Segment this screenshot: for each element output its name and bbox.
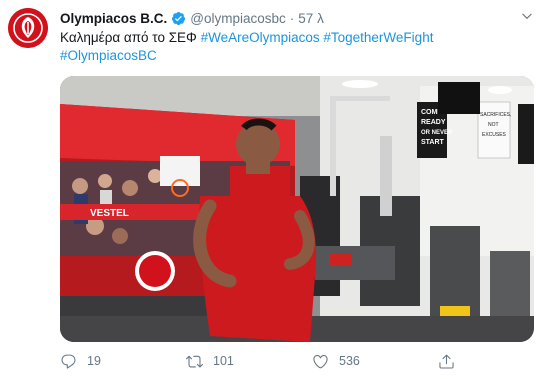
poster-text-4: START <box>421 139 445 146</box>
tweet-text-plain: Καλημέρα από το ΣΕΦ <box>60 30 201 45</box>
gym-photo: VESTEL COME READY OR NEVER START SACRIFI… <box>60 76 534 342</box>
poster-right-3: EXCUSES <box>482 132 507 138</box>
reply-button[interactable]: 19 <box>60 350 101 372</box>
handle[interactable]: @olympiacosbc <box>190 11 286 26</box>
like-button[interactable]: 536 <box>312 350 360 372</box>
display-name[interactable]: Olympiacos B.C. <box>60 11 167 26</box>
reply-count: 19 <box>87 354 101 368</box>
olympiacos-logo <box>8 8 48 48</box>
poster-right-1: SACRIFICES, <box>480 112 511 118</box>
retweet-button[interactable]: 101 <box>186 350 234 372</box>
retweet-icon <box>186 353 203 370</box>
verified-badge-icon <box>171 11 186 26</box>
chevron-down-icon[interactable] <box>520 9 534 23</box>
share-icon <box>438 353 455 370</box>
tweet-text: Καλημέρα από το ΣΕΦ #WeAreOlympiacos #To… <box>60 29 520 65</box>
hashtag-link[interactable]: #OlympiacosBC <box>60 48 157 63</box>
tweet-actions: 19 101 536 <box>60 350 530 372</box>
heart-icon <box>312 353 329 370</box>
avatar[interactable] <box>8 8 48 48</box>
reply-icon <box>60 353 77 370</box>
tweet[interactable]: Olympiacos B.C. @olympiacosbc · 57 λ Καλ… <box>0 0 542 379</box>
tweet-header: Olympiacos B.C. @olympiacosbc · 57 λ <box>60 8 532 28</box>
retweet-count: 101 <box>213 354 234 368</box>
share-button[interactable] <box>438 350 455 372</box>
poster-text-3: OR NEVER <box>421 130 453 136</box>
hashtag-link[interactable]: #WeAreOlympiacos #TogetherWeFight <box>201 30 434 45</box>
separator-dot: · <box>289 10 295 26</box>
like-count: 536 <box>339 354 360 368</box>
timestamp[interactable]: 57 λ <box>298 11 324 26</box>
tweet-photo[interactable]: VESTEL COME READY OR NEVER START SACRIFI… <box>60 76 534 342</box>
mural-banner-text: VESTEL <box>90 208 129 219</box>
poster-right-2: NOT <box>488 122 499 128</box>
poster-text-2: READY <box>421 119 446 126</box>
